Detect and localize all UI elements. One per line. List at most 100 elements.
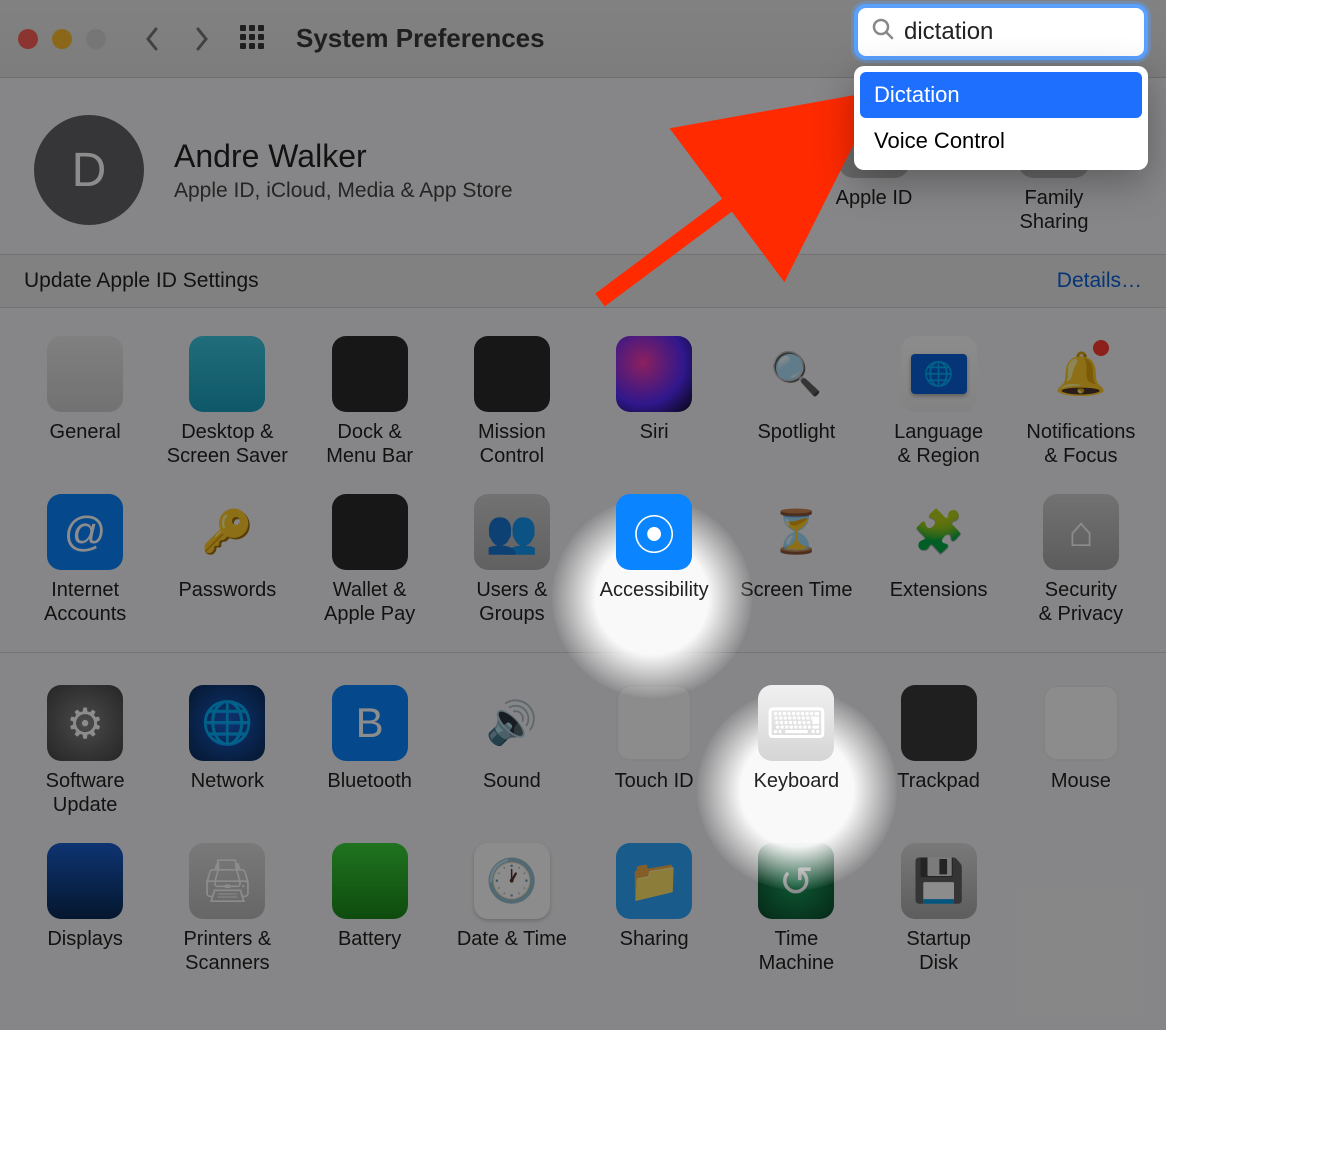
- screentime-label: Screen Time: [740, 578, 852, 602]
- pane-startup[interactable]: 💾 Startup Disk: [868, 839, 1010, 991]
- pane-dock[interactable]: Dock & Menu Bar: [299, 332, 441, 484]
- pane-security[interactable]: ⌂ Security & Privacy: [1010, 490, 1152, 642]
- pane-displays[interactable]: Displays: [14, 839, 156, 991]
- datetime-label: Date & Time: [457, 927, 567, 951]
- pane-notifications[interactable]: 🔔 Notifications & Focus: [1010, 332, 1152, 484]
- pane-general[interactable]: General: [14, 332, 156, 484]
- panes-grid-bottom: ⚙ Software Update 🌐Network B Bluetooth 🔊Sound…: [0, 652, 1166, 1001]
- bluetooth-label: Bluetooth: [327, 769, 412, 793]
- show-all-button[interactable]: [240, 25, 268, 53]
- startup-icon: 💾: [901, 843, 977, 919]
- zoom-window-button[interactable]: [86, 29, 106, 49]
- dock-icon: [332, 336, 408, 412]
- pane-datetime[interactable]: 🕐 Date & Time: [441, 839, 583, 991]
- pane-network[interactable]: 🌐Network: [156, 681, 298, 833]
- pane-software[interactable]: ⚙ Software Update: [14, 681, 156, 833]
- pane-keyboard[interactable]: ⌨Keyboard: [725, 681, 867, 833]
- search-input[interactable]: [904, 18, 1166, 46]
- mouse-label: Mouse: [1051, 769, 1111, 793]
- battery-icon: [332, 843, 408, 919]
- pane-desktop[interactable]: Desktop & Screen Saver: [156, 332, 298, 484]
- forward-button[interactable]: [192, 29, 212, 49]
- extensions-label: Extensions: [890, 578, 988, 602]
- pane-mission[interactable]: Mission Control: [441, 332, 583, 484]
- datetime-icon: 🕐: [474, 843, 550, 919]
- pane-mouse[interactable]: 🖱 Mouse: [1010, 681, 1152, 833]
- pane-touchid[interactable]: ◉Touch ID: [583, 681, 725, 833]
- timemachine-icon: ↺: [758, 843, 834, 919]
- window-title: System Preferences: [296, 23, 545, 54]
- search-icon: [872, 18, 894, 46]
- desktop-label: Desktop & Screen Saver: [167, 420, 288, 468]
- pane-screentime[interactable]: ⏳ Screen Time: [725, 490, 867, 642]
- pane-users[interactable]: 👥Users & Groups: [441, 490, 583, 642]
- timemachine-label: Time Machine: [759, 927, 835, 975]
- pane-spotlight[interactable]: 🔍Spotlight: [725, 332, 867, 484]
- startup-label: Startup Disk: [906, 927, 970, 975]
- accessibility-label: Accessibility: [600, 578, 709, 602]
- bluetooth-icon: B: [332, 685, 408, 761]
- search-field[interactable]: ✕: [862, 12, 1140, 52]
- internet-icon: @: [47, 494, 123, 570]
- internet-label: Internet Accounts: [44, 578, 126, 626]
- desktop-icon: [189, 336, 265, 412]
- mission-icon: [474, 336, 550, 412]
- pane-timemachine[interactable]: ↺ Time Machine: [725, 839, 867, 991]
- search-result-voice-control[interactable]: Voice Control: [860, 118, 1142, 164]
- wallet-label: Wallet & Apple Pay: [324, 578, 415, 626]
- battery-label: Battery: [338, 927, 401, 951]
- notifications-label: Notifications & Focus: [1026, 420, 1135, 468]
- pane-internet[interactable]: @ Internet Accounts: [14, 490, 156, 642]
- details-link[interactable]: Details…: [1057, 269, 1142, 293]
- software-label: Software Update: [46, 769, 125, 817]
- search-result-dictation[interactable]: Dictation: [860, 72, 1142, 118]
- spotlight-icon: 🔍: [758, 336, 834, 412]
- system-preferences-window: System Preferences D Andre Walker Apple …: [0, 0, 1166, 1030]
- language-label: Language & Region: [894, 420, 983, 468]
- family-sharing-label: Family Sharing: [994, 186, 1114, 234]
- sound-label: Sound: [483, 769, 541, 793]
- pane-passwords[interactable]: 🔑Passwords: [156, 490, 298, 642]
- user-name: Andre Walker: [174, 138, 513, 175]
- close-window-button[interactable]: [18, 29, 38, 49]
- pane-accessibility[interactable]: ⦿ Accessibility: [583, 490, 725, 642]
- language-icon: 🌐: [901, 336, 977, 412]
- screentime-icon: ⏳: [758, 494, 834, 570]
- minimize-window-button[interactable]: [52, 29, 72, 49]
- sharing-icon: 📁: [616, 843, 692, 919]
- nav-buttons: [142, 29, 212, 49]
- pane-extensions[interactable]: 🧩Extensions: [868, 490, 1010, 642]
- pane-siri[interactable]: Siri: [583, 332, 725, 484]
- security-icon: ⌂: [1043, 494, 1119, 570]
- pane-language[interactable]: 🌐 Language & Region: [868, 332, 1010, 484]
- pane-trackpad[interactable]: Trackpad: [868, 681, 1010, 833]
- profile-text: Andre Walker Apple ID, iCloud, Media & A…: [174, 138, 513, 203]
- pane-sharing[interactable]: 📁Sharing: [583, 839, 725, 991]
- panes-grid-top: General Desktop & Screen SaverDock & Menu…: [0, 308, 1166, 652]
- general-label: General: [50, 420, 121, 444]
- pane-wallet[interactable]: Wallet & Apple Pay: [299, 490, 441, 642]
- printers-label: Printers & Scanners: [183, 927, 271, 975]
- wallet-icon: [332, 494, 408, 570]
- keyboard-icon: ⌨: [758, 685, 834, 761]
- software-icon: ⚙: [47, 685, 123, 761]
- back-button[interactable]: [142, 29, 162, 49]
- pane-bluetooth[interactable]: B Bluetooth: [299, 681, 441, 833]
- trackpad-icon: [901, 685, 977, 761]
- mouse-icon: 🖱: [1043, 685, 1119, 761]
- update-apple-id-strip: Update Apple ID Settings Details…: [0, 254, 1166, 308]
- search-box: ✕: [854, 4, 1148, 60]
- traffic-lights: [18, 29, 106, 49]
- pane-sound[interactable]: 🔊Sound: [441, 681, 583, 833]
- network-label: Network: [191, 769, 264, 793]
- user-subtitle: Apple ID, iCloud, Media & App Store: [174, 179, 513, 203]
- notifications-icon: 🔔: [1043, 336, 1119, 412]
- accessibility-icon: ⦿: [616, 494, 692, 570]
- users-label: Users & Groups: [476, 578, 547, 626]
- pane-printers[interactable]: 🖨Printers & Scanners: [156, 839, 298, 991]
- touchid-label: Touch ID: [615, 769, 694, 793]
- pane-battery[interactable]: Battery: [299, 839, 441, 991]
- siri-label: Siri: [640, 420, 669, 444]
- security-label: Security & Privacy: [1039, 578, 1123, 626]
- user-avatar[interactable]: D: [34, 115, 144, 225]
